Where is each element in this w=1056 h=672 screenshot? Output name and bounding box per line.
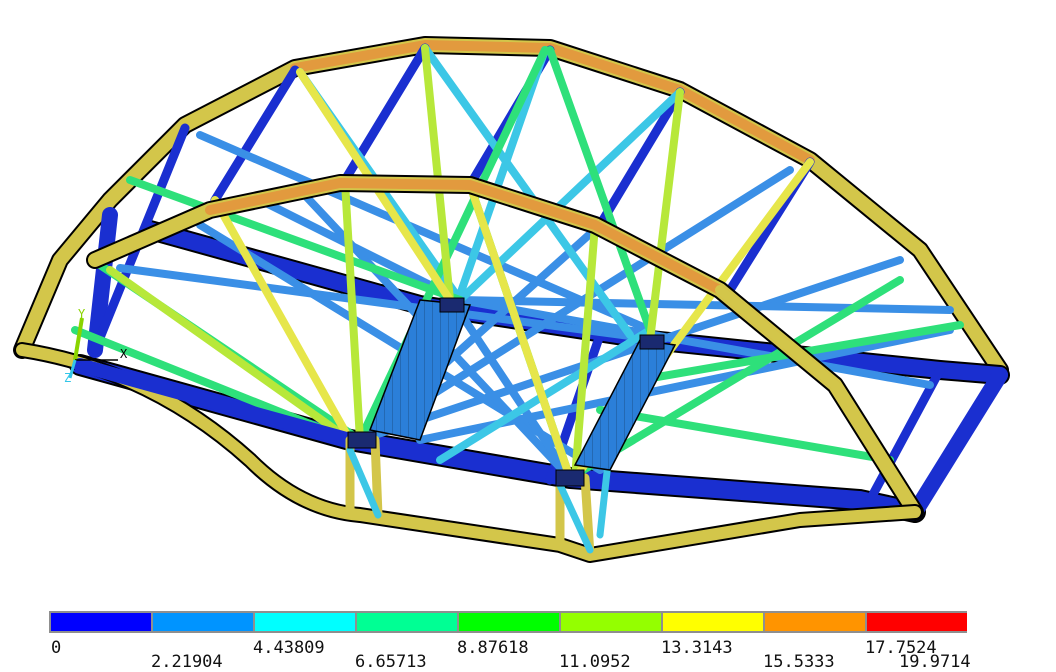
legend-swatch [357,613,457,631]
model-viewport: X Y Z [13,36,1010,563]
legend-label: 4.43809 [253,638,325,658]
contour-legend: 0 2.21904 4.43809 6.65713 8.87618 11.0952 13.3… [0,600,1056,672]
legend-label: 0 [51,638,62,658]
legend-swatch [51,613,151,631]
legend-swatch [153,613,253,631]
legend-label: 11.0952 [559,652,631,672]
legend-label: 13.3143 [661,638,733,658]
legend-swatch [663,613,763,631]
axis-y-label: Y [78,307,86,321]
legend-swatch [561,613,661,631]
legend-swatch [765,613,865,631]
bottom-chord-beams [69,207,1010,523]
legend-label: 8.87618 [457,638,529,658]
legend-swatch [255,613,355,631]
axis-x-label: X [120,347,128,361]
legend-color-bar [49,611,967,633]
legend-swatch [867,613,967,631]
axis-z-label: Z [64,371,71,385]
legend-label: 19.9714 [899,652,971,672]
legend-label: 6.65713 [355,652,427,672]
legend-label: 2.21904 [151,652,223,672]
legend-label: 15.5333 [763,652,835,672]
legend-swatch [459,613,559,631]
